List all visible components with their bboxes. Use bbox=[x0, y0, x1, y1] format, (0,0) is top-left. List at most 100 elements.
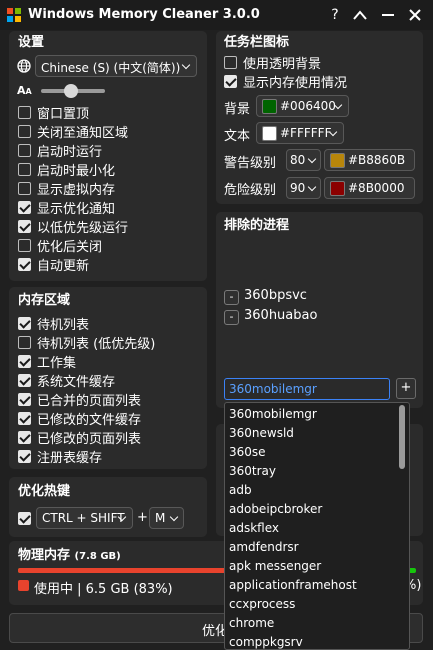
memory-usage-text: 使用中 | 6.5 GB (83%) bbox=[34, 582, 173, 597]
memory-area-label: 注册表缓存 bbox=[37, 451, 103, 466]
text-color-label: 文本 bbox=[224, 129, 251, 144]
app-title: Windows Memory Cleaner 3.0.0 bbox=[28, 7, 260, 22]
hotkey-key-select[interactable]: M bbox=[149, 507, 184, 529]
globe-icon bbox=[17, 59, 31, 73]
hotkey-title: 优化热键 bbox=[18, 484, 71, 499]
settings-option-checkbox[interactable] bbox=[18, 106, 31, 119]
settings-option-label: 显示虚拟内存 bbox=[37, 183, 116, 198]
process-option[interactable]: amdfendrsr bbox=[229, 540, 299, 554]
process-option[interactable]: chrome bbox=[229, 616, 274, 630]
settings-option-checkbox[interactable] bbox=[18, 220, 31, 233]
process-option[interactable]: 360se bbox=[229, 445, 266, 459]
memory-area-checkbox[interactable] bbox=[18, 355, 31, 368]
background-color-label: 背景 bbox=[224, 102, 251, 117]
language-select[interactable]: Chinese (S) (中文(简体)) bbox=[35, 55, 197, 77]
hotkey-modifier-value: CTRL + SHIFT bbox=[42, 511, 125, 525]
settings-option-label: 窗口置顶 bbox=[37, 107, 90, 122]
settings-option-label: 显示优化通知 bbox=[37, 202, 116, 217]
warning-level-value: 80 bbox=[290, 153, 306, 167]
remove-process-button[interactable]: - bbox=[224, 290, 239, 305]
memory-area-checkbox[interactable] bbox=[18, 450, 31, 463]
settings-option-checkbox[interactable] bbox=[18, 201, 31, 214]
warning-color-select[interactable]: #B8860B bbox=[324, 149, 415, 171]
tray-icon-title: 任务栏图标 bbox=[224, 35, 290, 50]
danger-color-select[interactable]: #8B0000 bbox=[324, 177, 415, 199]
used-legend-swatch bbox=[18, 580, 29, 591]
background-color-select[interactable]: #006400 bbox=[256, 95, 349, 117]
memory-area-checkbox[interactable] bbox=[18, 336, 31, 349]
memory-area-checkbox[interactable] bbox=[18, 431, 31, 444]
process-combo-value: 360mobilemgr bbox=[229, 382, 317, 396]
transparent-background-label: 使用透明背景 bbox=[243, 57, 322, 72]
show-usage-label: 显示内存使用情况 bbox=[243, 76, 348, 91]
text-color-value: #FFFFFF bbox=[280, 126, 332, 140]
chevron-down-icon bbox=[181, 60, 191, 70]
memory-area-label: 系统文件缓存 bbox=[37, 375, 116, 390]
memory-area-checkbox[interactable] bbox=[18, 374, 31, 387]
font-size-icon: AA bbox=[17, 84, 32, 97]
danger-level-label: 危险级别 bbox=[224, 183, 277, 198]
settings-option-label: 自动更新 bbox=[37, 259, 90, 274]
text-color-swatch bbox=[262, 126, 277, 141]
hotkey-enabled-checkbox[interactable] bbox=[18, 512, 31, 525]
settings-title: 设置 bbox=[18, 35, 45, 50]
danger-level-select[interactable]: 90 bbox=[286, 177, 321, 199]
font-size-slider-handle[interactable] bbox=[64, 84, 78, 98]
settings-option-checkbox[interactable] bbox=[18, 163, 31, 176]
memory-areas-title: 内存区域 bbox=[18, 293, 71, 308]
process-option[interactable]: ccxprocess bbox=[229, 597, 295, 611]
app-logo-icon bbox=[7, 8, 21, 22]
transparent-background-checkbox[interactable] bbox=[224, 56, 237, 69]
memory-area-label: 已修改的文件缓存 bbox=[37, 413, 142, 428]
show-usage-checkbox[interactable] bbox=[224, 75, 237, 88]
text-color-select[interactable]: #FFFFFF bbox=[256, 122, 344, 144]
process-option[interactable]: apk messenger bbox=[229, 559, 321, 573]
help-button[interactable]: ? bbox=[324, 4, 346, 26]
warning-color-value: #B8860B bbox=[348, 153, 406, 167]
background-color-swatch bbox=[262, 99, 277, 114]
process-option[interactable]: applicationframehost bbox=[229, 578, 357, 592]
add-process-button[interactable]: + bbox=[396, 378, 416, 399]
memory-area-label: 已合并的页面列表 bbox=[37, 394, 142, 409]
warning-color-swatch bbox=[330, 153, 345, 168]
settings-option-checkbox[interactable] bbox=[18, 182, 31, 195]
background-color-value: #006400 bbox=[280, 99, 336, 113]
settings-option-checkbox[interactable] bbox=[18, 144, 31, 157]
physical-memory-title: 物理内存 (7.8 GB) bbox=[18, 548, 121, 563]
collapse-icon[interactable] bbox=[352, 8, 368, 22]
process-option[interactable]: adb bbox=[229, 483, 252, 497]
memory-area-checkbox[interactable] bbox=[18, 317, 31, 330]
excluded-process-item: 360huabao bbox=[244, 308, 318, 323]
settings-option-checkbox[interactable] bbox=[18, 239, 31, 252]
memory-area-label: 待机列表 bbox=[37, 318, 90, 333]
hotkey-plus: + bbox=[137, 510, 148, 525]
close-icon[interactable] bbox=[408, 8, 422, 22]
memory-area-label: 待机列表 (低优先级) bbox=[37, 337, 156, 352]
settings-option-checkbox[interactable] bbox=[18, 125, 31, 138]
memory-area-checkbox[interactable] bbox=[18, 393, 31, 406]
language-value: Chinese (S) (中文(简体)) bbox=[41, 61, 181, 75]
process-dropdown-list[interactable]: 360mobilemgr 360newsld 360se 360tray adb adob… bbox=[224, 402, 410, 650]
settings-option-checkbox[interactable] bbox=[18, 258, 31, 271]
minimize-icon[interactable] bbox=[381, 8, 395, 22]
memory-area-checkbox[interactable] bbox=[18, 412, 31, 425]
danger-level-value: 90 bbox=[290, 181, 306, 195]
process-option[interactable]: comppkgsrv bbox=[229, 635, 303, 649]
process-option[interactable]: 360newsld bbox=[229, 426, 294, 440]
settings-option-label: 启动时最小化 bbox=[37, 164, 116, 179]
memory-area-label: 已修改的页面列表 bbox=[37, 432, 142, 447]
remove-process-button[interactable]: - bbox=[224, 310, 239, 325]
settings-option-label: 优化后关闭 bbox=[37, 240, 103, 255]
process-combo[interactable]: 360mobilemgr bbox=[224, 378, 390, 400]
warning-level-select[interactable]: 80 bbox=[286, 149, 321, 171]
hotkey-modifier-select[interactable]: CTRL + SHIFT bbox=[36, 507, 133, 529]
physical-memory-total: (7.8 GB) bbox=[74, 551, 121, 562]
memory-area-label: 工作集 bbox=[37, 356, 77, 371]
process-option[interactable]: adskflex bbox=[229, 521, 279, 535]
settings-option-label: 以低优先级运行 bbox=[37, 221, 129, 236]
dropdown-scrollbar-thumb[interactable] bbox=[399, 405, 405, 469]
process-option[interactable]: 360mobilemgr bbox=[229, 407, 317, 421]
process-option[interactable]: adobeipcbroker bbox=[229, 502, 322, 516]
process-option[interactable]: 360tray bbox=[229, 464, 276, 478]
hotkey-key-value: M bbox=[155, 511, 166, 525]
